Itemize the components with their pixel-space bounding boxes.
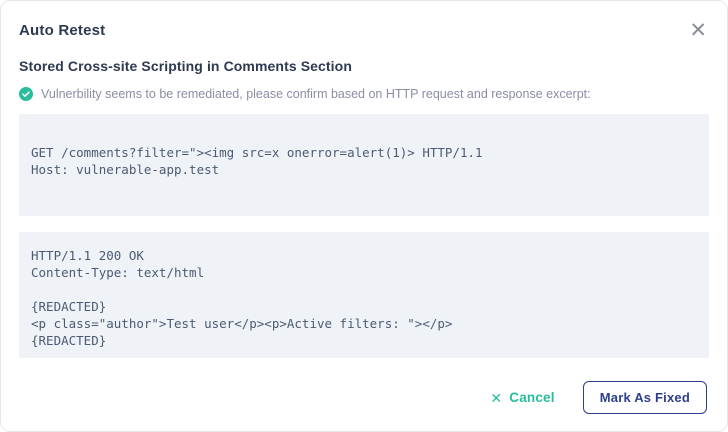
status-message: Vulnerbility seems to be remediated, ple… [41,87,591,101]
mark-as-fixed-button[interactable]: Mark As Fixed [583,381,707,414]
auto-retest-modal: Auto Retest ✕ Stored Cross-site Scriptin… [0,0,728,432]
cancel-button[interactable]: ✕ Cancel [490,390,554,405]
modal-footer: ✕ Cancel Mark As Fixed [490,381,707,414]
modal-title: Auto Retest [19,22,105,39]
status-row: Vulnerbility seems to be remediated, ple… [19,87,709,101]
modal-header: Auto Retest ✕ [19,1,709,41]
http-response-excerpt: HTTP/1.1 200 OK Content-Type: text/html … [19,232,709,358]
check-circle-icon [19,87,33,101]
cancel-x-icon: ✕ [490,391,502,405]
close-icon[interactable]: ✕ [689,20,707,41]
cancel-label: Cancel [509,390,554,405]
http-request-excerpt: GET /comments?filter="><img src=x onerro… [19,114,709,216]
finding-title: Stored Cross-site Scripting in Comments … [19,58,709,74]
